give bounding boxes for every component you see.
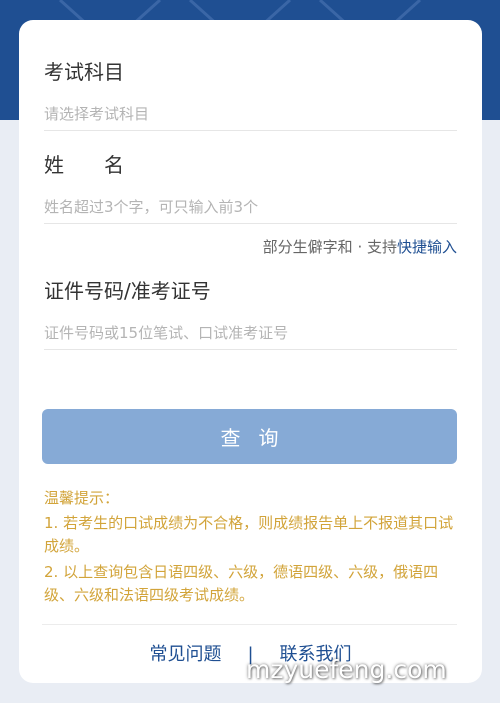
subject-select[interactable] (44, 98, 457, 131)
faq-link[interactable]: 常见问题 (149, 640, 221, 666)
watermark: mzyuefeng.com (246, 655, 447, 684)
tips-item: 2. 以上查询包含日语四级、六级，德语四级、六级，俄语四级、六级和法语四级考试成… (44, 563, 439, 604)
name-label: 姓 名 (44, 153, 124, 177)
tips-section: 温馨提示： 1. 若考生的口试成绩为不合格，则成绩报告单上不报道其口试成绩。 2… (44, 487, 459, 607)
id-field: 证件号码/准考证号 (44, 277, 457, 350)
name-input[interactable] (44, 191, 457, 224)
name-field: 姓 名 (44, 151, 457, 224)
name-hint-text: 部分生僻字和 · 支持 (262, 238, 397, 256)
footer-divider (42, 624, 457, 625)
subject-label: 考试科目 (44, 60, 124, 84)
tips-title: 温馨提示： (44, 489, 120, 507)
query-button[interactable]: 查询 (42, 409, 457, 464)
query-form-card: 考试科目 姓 名 部分生僻字和 · 支持快捷输入 证件号码/准考证号 查询 温馨… (19, 20, 482, 683)
id-label: 证件号码/准考证号 (44, 279, 211, 303)
name-hint: 部分生僻字和 · 支持快捷输入 (263, 236, 457, 257)
subject-field: 考试科目 (44, 58, 457, 131)
quick-input-link[interactable]: 快捷输入 (397, 238, 457, 256)
id-input[interactable] (44, 317, 457, 350)
tips-item: 1. 若考生的口试成绩为不合格，则成绩报告单上不报道其口试成绩。 (44, 514, 454, 555)
